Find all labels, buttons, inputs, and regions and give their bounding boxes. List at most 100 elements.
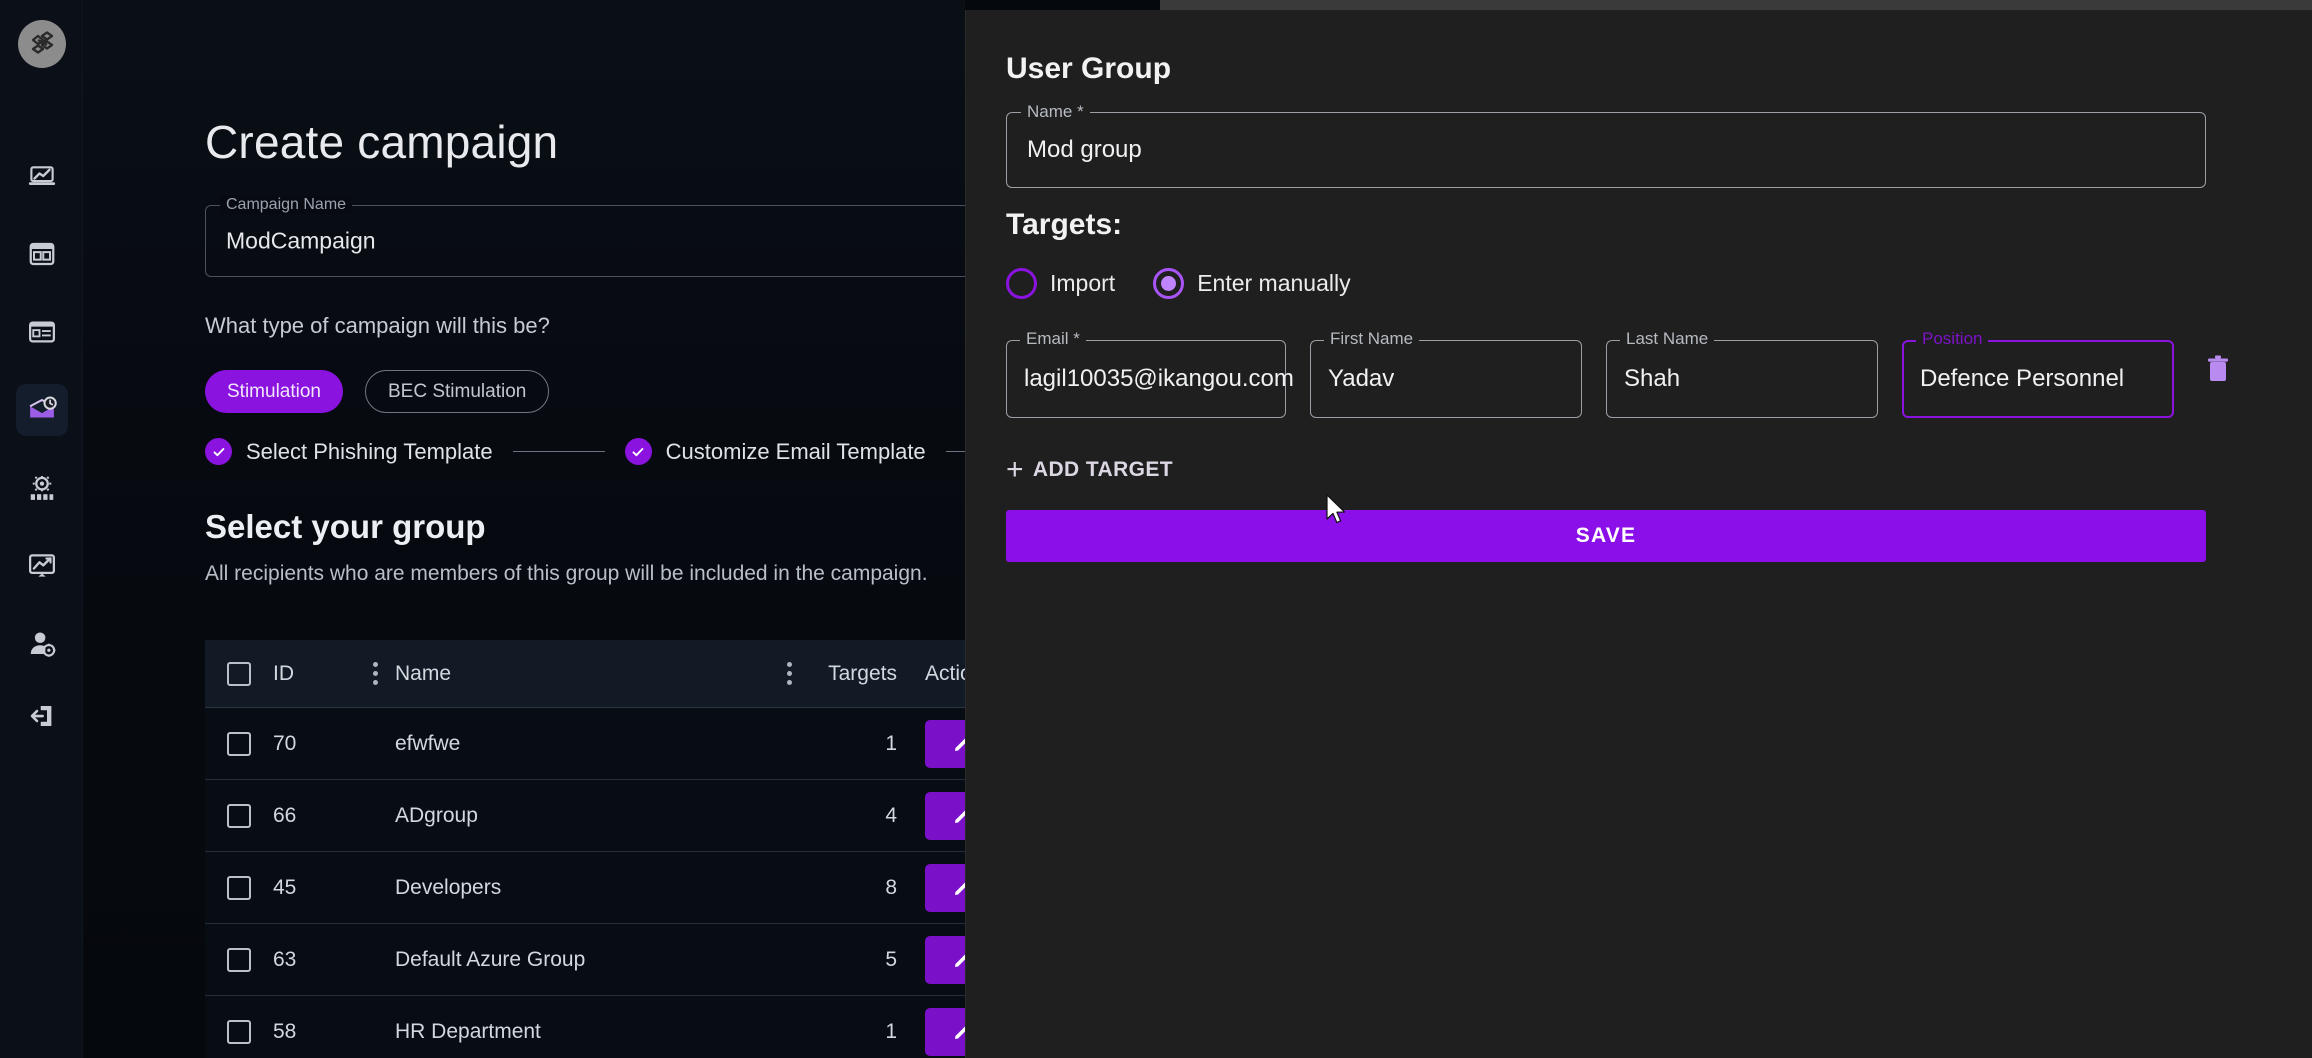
section-title: Select your group bbox=[205, 508, 486, 545]
select-all-checkbox[interactable] bbox=[205, 661, 273, 686]
cell-name: Developers bbox=[395, 875, 502, 899]
cell-id: 63 bbox=[273, 947, 297, 971]
app-logo-icon[interactable] bbox=[18, 20, 66, 68]
sidebar-item-analytics[interactable] bbox=[16, 150, 68, 202]
pencil-icon bbox=[955, 882, 965, 895]
cell-name: efwfwe bbox=[395, 731, 461, 755]
groups-table: ID Name Targets Action 70 efwfwe 1 bbox=[205, 640, 965, 1058]
table-row[interactable]: 58 HR Department 1 EDIT bbox=[205, 996, 965, 1058]
sidebar-item-articles[interactable] bbox=[16, 306, 68, 358]
trash-icon bbox=[2208, 355, 2228, 381]
step-label: Select Phishing Template bbox=[246, 438, 493, 464]
target-first-name-label: First Name bbox=[1324, 329, 1420, 349]
cell-action: EDIT bbox=[905, 935, 965, 984]
campaign-type-chip-group: Stimulation BEC Stimulation bbox=[205, 370, 550, 413]
group-name-value: Mod group bbox=[1027, 136, 1142, 163]
check-icon bbox=[205, 438, 232, 465]
group-name-label: Name * bbox=[1021, 102, 1090, 122]
cell-name: HR Department bbox=[395, 1019, 541, 1043]
sidebar-item-campaigns[interactable] bbox=[15, 384, 68, 436]
campaign-name-label: Campaign Name bbox=[220, 196, 353, 214]
target-first-name-input[interactable]: First Name Yadav bbox=[1310, 329, 1582, 418]
campaign-type-question: What type of campaign will this be? bbox=[205, 313, 550, 338]
step-select-phishing-template[interactable]: Select Phishing Template bbox=[205, 438, 493, 465]
sidebar bbox=[0, 0, 83, 1058]
target-mode-radio-group: Import Enter manually bbox=[1006, 268, 1351, 299]
column-header-targets: Targets bbox=[828, 661, 897, 685]
targets-title: Targets: bbox=[1006, 208, 1123, 241]
radio-icon-selected bbox=[1153, 268, 1185, 299]
radio-label: Import bbox=[1050, 270, 1116, 296]
stepper-connector bbox=[512, 451, 605, 452]
screen-root: Create campaign Campaign Name ModCampaig… bbox=[0, 0, 2312, 1058]
campaign-schedule-icon bbox=[29, 396, 57, 418]
column-header-id: ID bbox=[273, 661, 294, 685]
radio-option-import[interactable]: Import bbox=[1006, 268, 1115, 299]
radio-label: Enter manually bbox=[1197, 270, 1351, 296]
article-list-icon bbox=[28, 321, 55, 343]
edit-button[interactable]: EDIT bbox=[925, 791, 965, 840]
row-checkbox[interactable] bbox=[205, 947, 273, 972]
pencil-icon bbox=[955, 954, 965, 967]
pencil-icon bbox=[955, 1026, 965, 1039]
target-email-input[interactable]: Email * lagil10035@ikangou.com bbox=[1006, 329, 1294, 418]
target-position-input[interactable]: Position Defence Personnel bbox=[1902, 329, 2174, 418]
target-position-value: Defence Personnel bbox=[1920, 365, 2125, 392]
sidebar-item-settings[interactable] bbox=[16, 462, 68, 514]
step-customize-email-template[interactable]: Customize Email Template bbox=[624, 438, 926, 465]
target-first-name-value: Yadav bbox=[1328, 365, 1395, 392]
mouse-cursor bbox=[1325, 494, 1349, 528]
add-target-button[interactable]: + ADD TARGET bbox=[1006, 455, 1173, 485]
chip-stimulation[interactable]: Stimulation bbox=[205, 370, 343, 413]
target-email-label: Email * bbox=[1020, 329, 1086, 349]
logout-icon bbox=[30, 706, 51, 726]
dashboard-layout-icon bbox=[29, 242, 54, 266]
cell-name: ADgroup bbox=[395, 803, 478, 827]
drawer-title: User Group bbox=[1006, 52, 1172, 85]
cell-action: EDIT bbox=[905, 863, 965, 912]
cell-targets: 1 bbox=[885, 731, 897, 755]
edit-button[interactable]: EDIT bbox=[925, 863, 965, 912]
step-label: Customize Email Template bbox=[665, 438, 926, 464]
table-row[interactable]: 63 Default Azure Group 5 EDIT bbox=[205, 924, 965, 996]
delete-target-button[interactable] bbox=[2198, 354, 2238, 402]
cell-name: Default Azure Group bbox=[395, 947, 586, 971]
sidebar-item-reports[interactable] bbox=[16, 540, 68, 592]
group-name-input[interactable]: Name * Mod group bbox=[1006, 102, 2206, 188]
edit-button[interactable]: EDIT bbox=[925, 719, 965, 768]
user-settings-icon bbox=[30, 632, 55, 657]
radio-icon bbox=[1006, 268, 1037, 299]
check-icon bbox=[624, 438, 652, 465]
row-checkbox[interactable] bbox=[205, 803, 273, 828]
target-last-name-input[interactable]: Last Name Shah bbox=[1606, 329, 1878, 418]
edit-button[interactable]: EDIT bbox=[925, 1007, 965, 1056]
sidebar-item-logout[interactable] bbox=[16, 690, 68, 742]
row-checkbox[interactable] bbox=[205, 1019, 273, 1044]
row-checkbox[interactable] bbox=[205, 875, 273, 900]
radio-option-enter-manually[interactable]: Enter manually bbox=[1153, 268, 1351, 299]
column-menu-name-icon[interactable] bbox=[769, 671, 809, 676]
cell-id: 58 bbox=[273, 1019, 297, 1043]
sidebar-logout-wrap bbox=[0, 690, 83, 768]
sidebar-item-user-settings[interactable] bbox=[16, 618, 68, 670]
stepper-connector bbox=[945, 451, 965, 452]
target-entry-row: Email * lagil10035@ikangou.com First Nam… bbox=[1006, 329, 2238, 418]
target-last-name-value: Shah bbox=[1624, 365, 1681, 392]
sidebar-item-dashboard[interactable] bbox=[16, 228, 68, 280]
column-header-name: Name bbox=[395, 661, 452, 685]
edit-button[interactable]: EDIT bbox=[925, 935, 965, 984]
cell-id: 45 bbox=[273, 875, 297, 899]
table-row[interactable]: 66 ADgroup 4 EDIT bbox=[205, 780, 965, 852]
section-subtitle: All recipients who are members of this g… bbox=[205, 562, 928, 585]
save-button[interactable]: SAVE bbox=[1006, 510, 2206, 562]
cell-id: 70 bbox=[273, 731, 297, 755]
campaign-stepper: Select Phishing Template Customize Email… bbox=[205, 438, 965, 465]
cell-action: EDIT bbox=[905, 1007, 965, 1056]
table-row[interactable]: 70 efwfwe 1 EDIT bbox=[205, 708, 965, 780]
table-row[interactable]: 45 Developers 8 EDIT bbox=[205, 852, 965, 924]
chip-bec-stimulation[interactable]: BEC Stimulation bbox=[365, 370, 550, 413]
row-checkbox[interactable] bbox=[205, 731, 273, 756]
campaign-name-input[interactable]: Campaign Name ModCampaign bbox=[205, 196, 965, 277]
report-chart-icon bbox=[28, 554, 55, 577]
column-menu-id-icon[interactable] bbox=[355, 671, 395, 676]
